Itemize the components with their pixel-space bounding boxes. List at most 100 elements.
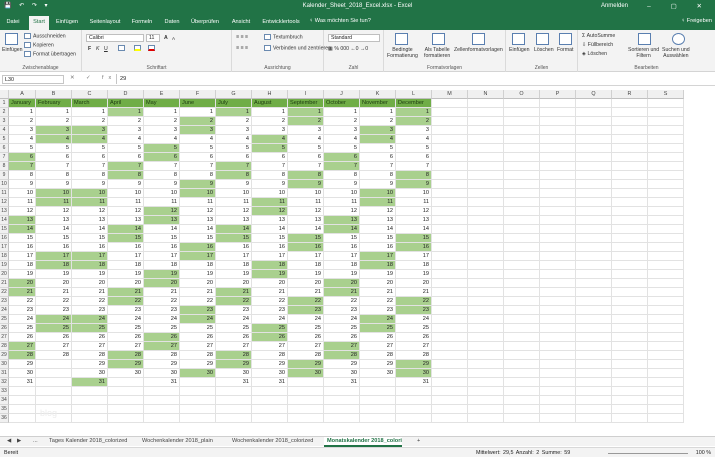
day-cell[interactable]: 12 (9, 207, 36, 216)
empty-cell[interactable] (432, 405, 468, 414)
day-cell[interactable]: 21 (108, 288, 144, 297)
day-cell[interactable]: 16 (324, 243, 360, 252)
empty-cell[interactable] (648, 171, 684, 180)
day-cell[interactable]: 18 (108, 261, 144, 270)
day-cell[interactable]: 25 (216, 324, 252, 333)
empty-cell[interactable] (108, 414, 144, 423)
empty-cell[interactable] (576, 207, 612, 216)
day-cell[interactable]: 19 (108, 270, 144, 279)
day-cell[interactable]: 2 (288, 117, 324, 126)
empty-cell[interactable] (432, 288, 468, 297)
empty-cell[interactable] (540, 126, 576, 135)
empty-cell[interactable] (648, 207, 684, 216)
day-cell[interactable]: 15 (216, 234, 252, 243)
day-cell[interactable]: 4 (288, 135, 324, 144)
empty-cell[interactable] (540, 360, 576, 369)
empty-cell[interactable] (504, 297, 540, 306)
empty-cell[interactable] (576, 315, 612, 324)
sheet-nav-more[interactable]: ... (30, 437, 41, 447)
formula-input[interactable]: 29 (116, 74, 712, 84)
day-cell[interactable]: 5 (9, 144, 36, 153)
empty-cell[interactable] (612, 324, 648, 333)
empty-cell[interactable] (468, 225, 504, 234)
day-cell[interactable]: 19 (360, 270, 396, 279)
empty-cell[interactable] (9, 414, 36, 423)
day-cell[interactable]: 10 (360, 189, 396, 198)
day-cell[interactable]: 16 (36, 243, 72, 252)
day-cell[interactable]: 30 (360, 369, 396, 378)
day-cell[interactable]: 8 (9, 171, 36, 180)
day-cell[interactable]: 8 (72, 171, 108, 180)
day-cell[interactable]: 3 (72, 126, 108, 135)
empty-cell[interactable] (612, 279, 648, 288)
empty-cell[interactable] (648, 153, 684, 162)
underline-button[interactable]: U (104, 46, 108, 52)
empty-cell[interactable] (612, 378, 648, 387)
day-cell[interactable]: 19 (396, 270, 432, 279)
day-cell[interactable]: 17 (108, 252, 144, 261)
day-cell[interactable]: 27 (360, 342, 396, 351)
empty-cell[interactable] (108, 405, 144, 414)
borders-button[interactable] (118, 45, 127, 51)
column-header-K[interactable]: K (360, 90, 396, 99)
month-header-july[interactable]: July (216, 99, 252, 108)
day-cell[interactable]: 17 (360, 252, 396, 261)
day-cell[interactable]: 15 (72, 234, 108, 243)
day-cell[interactable]: 25 (324, 324, 360, 333)
day-cell[interactable]: 16 (360, 243, 396, 252)
number-format-select[interactable]: Standard (328, 34, 380, 42)
day-cell[interactable]: 4 (324, 135, 360, 144)
day-cell[interactable]: 2 (180, 117, 216, 126)
row-header-20[interactable]: 20 (0, 270, 9, 279)
empty-cell[interactable] (360, 414, 396, 423)
day-cell[interactable]: 19 (9, 270, 36, 279)
row-header-3[interactable]: 3 (0, 117, 9, 126)
day-cell[interactable]: 2 (324, 117, 360, 126)
format-cells-button[interactable]: Format (557, 47, 573, 53)
day-cell[interactable]: 15 (288, 234, 324, 243)
empty-cell[interactable] (468, 198, 504, 207)
empty-cell[interactable] (216, 405, 252, 414)
empty-cell[interactable] (468, 351, 504, 360)
row-header-9[interactable]: 9 (0, 171, 9, 180)
day-cell[interactable]: 10 (9, 189, 36, 198)
empty-cell[interactable] (648, 414, 684, 423)
empty-cell[interactable] (468, 279, 504, 288)
row-header-7[interactable]: 7 (0, 153, 9, 162)
day-cell[interactable]: 17 (252, 252, 288, 261)
day-cell[interactable]: 24 (108, 315, 144, 324)
empty-cell[interactable] (576, 243, 612, 252)
empty-cell[interactable] (36, 387, 72, 396)
empty-cell[interactable] (324, 414, 360, 423)
day-cell[interactable]: 12 (36, 207, 72, 216)
empty-cell[interactable] (540, 207, 576, 216)
day-cell[interactable]: 20 (252, 279, 288, 288)
empty-cell[interactable] (504, 270, 540, 279)
empty-cell[interactable] (540, 225, 576, 234)
copy-button[interactable]: Kopieren (24, 42, 54, 48)
day-cell[interactable]: 30 (252, 369, 288, 378)
empty-cell[interactable] (540, 108, 576, 117)
empty-cell[interactable] (576, 405, 612, 414)
empty-cell[interactable] (432, 306, 468, 315)
empty-cell[interactable] (612, 162, 648, 171)
day-cell[interactable]: 24 (36, 315, 72, 324)
day-cell[interactable]: 20 (144, 279, 180, 288)
day-cell[interactable]: 8 (108, 171, 144, 180)
day-cell[interactable]: 3 (324, 126, 360, 135)
empty-cell[interactable] (540, 153, 576, 162)
day-cell[interactable]: 1 (72, 108, 108, 117)
empty-cell[interactable] (360, 378, 396, 387)
day-cell[interactable]: 18 (216, 261, 252, 270)
day-cell[interactable]: 1 (396, 108, 432, 117)
empty-cell[interactable] (576, 117, 612, 126)
day-cell[interactable]: 10 (216, 189, 252, 198)
day-cell[interactable]: 9 (108, 180, 144, 189)
day-cell[interactable]: 5 (396, 144, 432, 153)
day-cell[interactable]: 22 (216, 297, 252, 306)
day-cell[interactable]: 17 (396, 252, 432, 261)
day-cell[interactable]: 31 (324, 378, 360, 387)
day-cell[interactable]: 28 (288, 351, 324, 360)
empty-cell[interactable] (648, 324, 684, 333)
empty-cell[interactable] (540, 216, 576, 225)
